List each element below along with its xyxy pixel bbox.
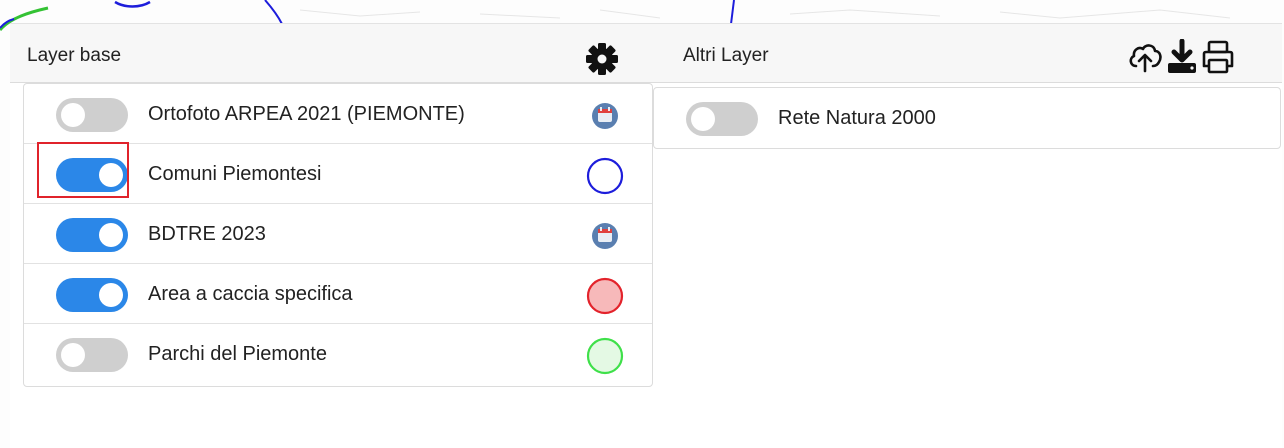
layer-row-parchi: Parchi del Piemonte [24, 324, 652, 384]
cloud-upload-icon[interactable] [1127, 40, 1163, 74]
layer-label: Area a caccia specifica [148, 283, 353, 305]
altri-layer-list: Rete Natura 2000 [653, 87, 1281, 149]
layer-row-bdtre-2023: BDTRE 2023 [24, 204, 652, 264]
legend-blue-outline-circle-icon [586, 157, 624, 195]
layer-toggle[interactable] [56, 218, 128, 252]
layer-row-rete-natura-2000: Rete Natura 2000 [654, 88, 1280, 148]
toggle-knob [61, 103, 85, 127]
legend-red-filled-circle-icon [586, 277, 624, 315]
highlight-box [37, 142, 129, 198]
layer-base-list: Ortofoto ARPEA 2021 (PIEMONTE) Comuni Pi… [23, 83, 653, 387]
print-icon[interactable] [1200, 39, 1236, 75]
download-icon[interactable] [1165, 39, 1199, 75]
altri-layer-title: Altri Layer [683, 45, 769, 66]
calendar-icon[interactable] [585, 96, 625, 136]
layer-row-ortofoto: Ortofoto ARPEA 2021 (PIEMONTE) [24, 84, 652, 144]
layer-base-title: Layer base [27, 45, 122, 66]
layers-header: Layer base Altri Layer [10, 23, 1282, 83]
layer-label: Comuni Piemontesi [148, 163, 322, 185]
layer-row-area-caccia: Area a caccia specifica [24, 264, 652, 324]
toggle-knob [691, 107, 715, 131]
toggle-knob [99, 223, 123, 247]
gear-icon[interactable] [584, 41, 620, 77]
toggle-knob [61, 343, 85, 367]
legend-green-filled-circle-icon [586, 337, 624, 375]
calendar-icon[interactable] [585, 216, 625, 256]
layer-label: BDTRE 2023 [148, 223, 266, 245]
layer-toggle[interactable] [56, 338, 128, 372]
layer-toggle[interactable] [56, 278, 128, 312]
layer-label: Parchi del Piemonte [148, 343, 327, 365]
toggle-knob [99, 283, 123, 307]
layer-toggle[interactable] [686, 102, 758, 136]
layer-label: Ortofoto ARPEA 2021 (PIEMONTE) [148, 103, 465, 125]
layer-label: Rete Natura 2000 [778, 107, 936, 129]
layer-toggle[interactable] [56, 98, 128, 132]
